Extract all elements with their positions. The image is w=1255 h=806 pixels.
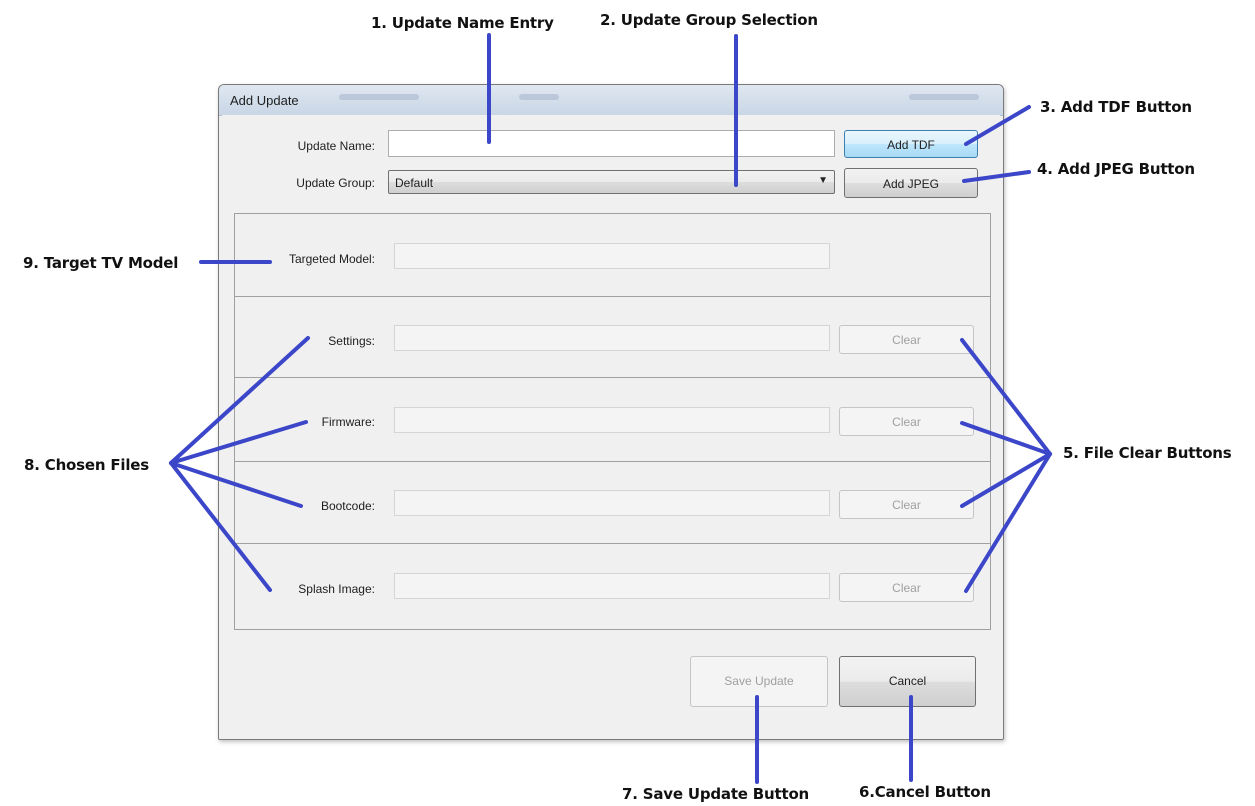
targeted-model-field [394, 243, 830, 269]
callout-add-tdf-button: 3. Add TDF Button [1040, 98, 1192, 116]
settings-clear-button[interactable]: Clear [839, 325, 974, 354]
update-group-select[interactable]: Default ▼ [388, 170, 835, 194]
splash-image-clear-button[interactable]: Clear [839, 573, 974, 602]
firmware-label: Firmware: [321, 415, 375, 429]
settings-file-field [394, 325, 830, 351]
bootcode-clear-button[interactable]: Clear [839, 490, 974, 519]
callout-update-name-entry: 1. Update Name Entry [371, 14, 554, 32]
window-title: Add Update [230, 93, 299, 108]
update-group-value: Default [395, 176, 434, 190]
targeted-model-label: Targeted Model: [288, 252, 375, 266]
divider [234, 461, 991, 462]
splash-image-file-field [394, 573, 830, 599]
background-blur [519, 94, 559, 100]
save-update-label: Save Update [724, 674, 794, 688]
save-update-button[interactable]: Save Update [690, 656, 828, 707]
callout-chosen-files: 8. Chosen Files [24, 456, 149, 474]
divider [234, 377, 991, 378]
divider [234, 543, 991, 544]
add-update-dialog: Add Update Update Name: Add TDF Update G… [218, 84, 1004, 740]
add-tdf-label: Add TDF [887, 138, 935, 152]
dialog-body: Update Name: Add TDF Update Group: Defau… [222, 115, 1000, 736]
firmware-clear-button[interactable]: Clear [839, 407, 974, 436]
clear-label: Clear [892, 333, 921, 347]
update-name-label: Update Name: [297, 139, 375, 153]
add-tdf-button[interactable]: Add TDF [844, 130, 978, 158]
settings-label: Settings: [328, 334, 375, 348]
callout-save-update-button: 7. Save Update Button [622, 785, 810, 803]
clear-label: Clear [892, 581, 921, 595]
cancel-button[interactable]: Cancel [839, 656, 976, 707]
callout-file-clear-buttons: 5. File Clear Buttons [1063, 444, 1232, 462]
add-jpeg-button[interactable]: Add JPEG [844, 168, 978, 198]
cancel-label: Cancel [888, 674, 927, 688]
background-blur [339, 94, 419, 100]
bootcode-label: Bootcode: [320, 499, 375, 513]
clear-label: Clear [892, 498, 921, 512]
callout-cancel-button: 6.Cancel Button [859, 783, 991, 801]
update-group-label: Update Group: [296, 176, 375, 190]
splash-image-label: Splash Image: [298, 582, 375, 596]
callout-update-group-selection: 2. Update Group Selection [600, 11, 818, 29]
callout-target-tv-model: 9. Target TV Model [23, 254, 179, 272]
firmware-file-field [394, 407, 830, 433]
title-bar: Add Update [219, 85, 1003, 116]
bootcode-file-field [394, 490, 830, 516]
background-blur [909, 94, 979, 100]
update-name-input[interactable] [388, 130, 835, 157]
clear-label: Clear [892, 415, 921, 429]
callout-add-jpeg-button: 4. Add JPEG Button [1037, 160, 1195, 178]
add-jpeg-label: Add JPEG [882, 177, 940, 191]
dropdown-arrow-icon: ▼ [818, 175, 828, 186]
